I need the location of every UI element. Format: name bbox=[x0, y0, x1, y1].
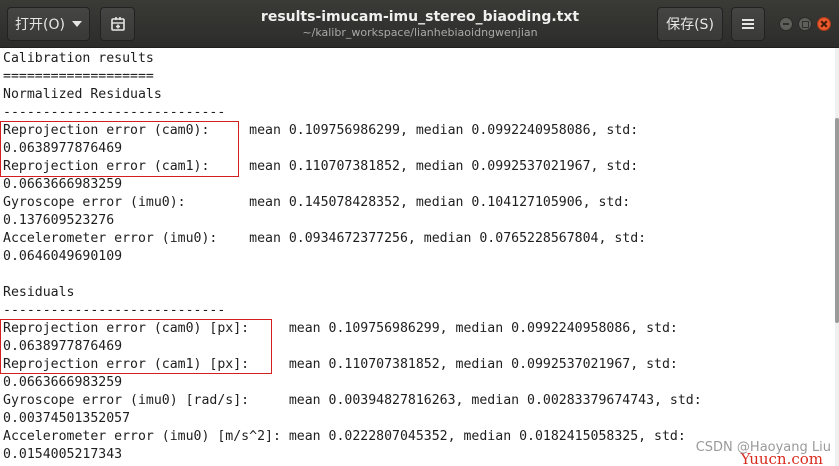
watermark-csdn: CSDN @Haoyang Liu bbox=[695, 440, 831, 455]
chevron-down-icon bbox=[71, 21, 82, 27]
scrollbar-thumb[interactable] bbox=[835, 118, 839, 323]
text-line: 0.00374501352057 bbox=[3, 411, 131, 426]
text-line: Gyroscope error (imu0) [rad/s]: mean 0.0… bbox=[3, 393, 702, 408]
text-line: 0.0154005217343 bbox=[3, 447, 123, 462]
save-button[interactable]: 保存(S) bbox=[657, 7, 723, 41]
close-icon[interactable] bbox=[817, 17, 831, 31]
text-line: ---------------------------- bbox=[3, 105, 226, 120]
text-line: Accelerometer error (imu0): mean 0.09346… bbox=[3, 231, 647, 246]
window-title-area: results-imucam-imu_stereo_biaoding.txt ~… bbox=[250, 8, 590, 40]
text-line: Normalized Residuals bbox=[3, 87, 162, 102]
vertical-scrollbar[interactable] bbox=[835, 48, 839, 466]
text-line: Accelerometer error (imu0) [m/s^2]: mean… bbox=[3, 429, 686, 444]
highlight-box-residuals-reprojection bbox=[0, 319, 272, 374]
text-line: 0.137609523276 bbox=[3, 213, 115, 228]
text-line: Residuals bbox=[3, 285, 75, 300]
text-line: Gyroscope error (imu0): mean 0.145078428… bbox=[3, 195, 631, 210]
new-document-button[interactable] bbox=[100, 7, 135, 41]
header-bar: 打开(O) results-imucam-imu_stereo_biaoding… bbox=[0, 0, 839, 48]
text-line: 0.0663666983259 bbox=[3, 177, 123, 192]
text-editor-window: 打开(O) results-imucam-imu_stereo_biaoding… bbox=[0, 0, 839, 466]
menu-button[interactable] bbox=[731, 7, 765, 41]
highlight-box-normalized-reprojection bbox=[0, 121, 239, 177]
text-line: 0.0646049690109 bbox=[3, 249, 123, 264]
hamburger-menu-icon bbox=[742, 17, 754, 31]
open-button-label: 打开(O) bbox=[15, 17, 65, 33]
minimize-icon[interactable] bbox=[779, 17, 793, 31]
save-button-label: 保存(S) bbox=[666, 17, 714, 33]
text-content-area[interactable]: Calibration results =================== … bbox=[0, 48, 835, 466]
window-subtitle-path: ~/kalibr_workspace/lianhebiaoidngwenjian bbox=[302, 26, 538, 39]
text-line: ---------------------------- bbox=[3, 303, 226, 318]
maximize-icon[interactable] bbox=[798, 17, 812, 31]
text-line: =================== bbox=[3, 69, 154, 84]
new-document-icon bbox=[110, 17, 125, 31]
open-button[interactable]: 打开(O) bbox=[7, 7, 90, 41]
text-line: Calibration results bbox=[3, 51, 154, 66]
text-line: 0.0663666983259 bbox=[3, 375, 123, 390]
window-title: results-imucam-imu_stereo_biaoding.txt bbox=[260, 9, 580, 25]
